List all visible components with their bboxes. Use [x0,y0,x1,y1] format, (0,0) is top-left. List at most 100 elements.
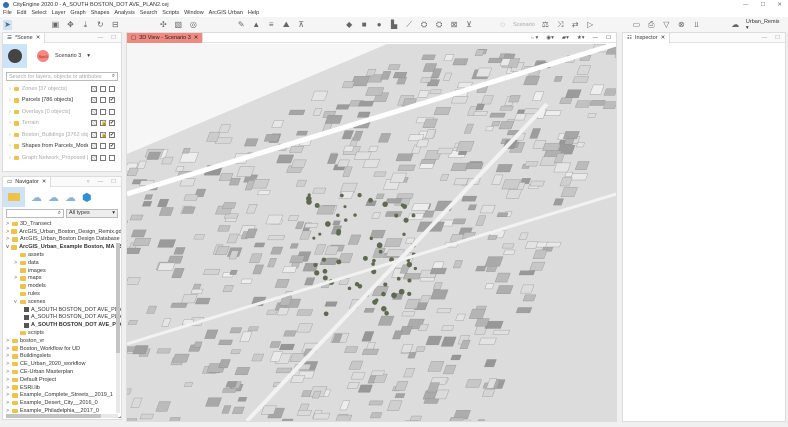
chevron-down-icon[interactable]: ▾ [87,53,90,59]
model-tool-icon[interactable]: ▙ [390,20,399,30]
tree-item[interactable]: > ArcGIS_Urban_Boston_Design_Remix.gdb [6,228,121,236]
menu-window[interactable]: Window [184,10,204,16]
cloud-user-icon[interactable]: ☁ [48,191,59,204]
menu-edit[interactable]: Edit [17,10,26,16]
maximize-icon[interactable]: ☐ [111,35,116,41]
type-filter-dropdown[interactable]: All types ▾ [66,209,118,218]
grid-tool-icon[interactable]: ⊼ [297,20,306,30]
maximize-icon[interactable]: ☐ [606,35,611,41]
bookmark-star-icon[interactable]: ★▾ [577,35,585,41]
3d-viewport[interactable] [127,44,616,421]
render-icon[interactable]: ▰▾ [562,35,569,41]
sun-icon[interactable]: ☁ [731,20,740,30]
color-swatch[interactable] [91,131,97,138]
expand-arrow-icon[interactable]: > [6,361,10,367]
close-icon[interactable]: ✕ [661,35,666,41]
expand-arrow-icon[interactable]: › [9,86,11,92]
expand-arrow-icon[interactable]: > [6,346,10,352]
close-button[interactable]: ✕ [777,2,782,8]
scale-icon[interactable]: ⤓ [81,20,90,30]
layer-row[interactable]: › Zones [37 objects] [3,83,121,95]
scene-button[interactable] [3,44,27,68]
cleanup-tool-icon[interactable]: ⛭ [420,20,429,30]
tree-item[interactable]: rules [6,290,121,298]
maximize-icon[interactable]: ☐ [111,179,116,185]
cloud-icon[interactable]: ☁ [65,191,76,204]
expand-arrow-icon[interactable]: v [6,244,9,250]
horizontal-scrollbar[interactable] [6,414,118,418]
layer-row[interactable]: › Parcels [786 objects] ✔ [3,95,121,107]
expand-arrow-icon[interactable]: > [6,338,10,344]
tree-item[interactable]: > CE-Urban Masterplan [6,368,121,376]
tree-item[interactable]: > data [6,259,121,267]
expand-arrow-icon[interactable]: › [9,155,11,161]
cloud-portal-icon[interactable]: ☁ [31,191,42,204]
layer-row[interactable]: › Terrain 🔒 ✔ [3,118,121,130]
expand-arrow-icon[interactable]: v [14,299,18,305]
filter-icon[interactable]: ▽ [662,20,671,30]
minimize-icon[interactable]: — [98,179,104,185]
play-icon[interactable]: ▷ [586,20,595,30]
tab-3d-view[interactable]: ▢ 3D View - Scenario 3 ✕ [127,32,204,43]
visibility-checkbox[interactable]: ✔ [109,97,115,104]
expand-arrow-icon[interactable]: > [14,260,18,266]
draw-shape-icon[interactable]: ▲ [252,20,261,30]
tree-item[interactable]: > maps [6,275,121,283]
menu-select[interactable]: Select [31,10,46,16]
select-tool-icon[interactable]: ➤ [3,19,12,30]
tree-item[interactable]: > Example_Complete_Streets__2019_1 [6,392,121,400]
expand-arrow-icon[interactable]: > [6,385,10,391]
ruler-icon[interactable]: ▭ [632,20,641,30]
tree-item[interactable]: > Boston_Workflow for UD [6,345,121,353]
visibility-checkbox[interactable] [109,108,115,115]
menu-search[interactable]: Search [140,10,157,16]
minimize-icon[interactable]: — [762,35,768,41]
search-icon[interactable]: ⌕ [112,73,115,80]
close-icon[interactable]: ✕ [36,35,41,41]
user-menu[interactable]: Urban_Remix ▾ [746,19,788,31]
tree-item[interactable]: > Buildingslets [6,353,121,361]
pan-icon[interactable]: ▧ [174,20,183,30]
minimize-icon[interactable]: — [593,35,599,41]
tab-navigator[interactable]: ▭ Navigator ✕ [3,176,52,187]
tree-item[interactable]: A_SOUTH BOSTON_DOT AVE_PLAN [6,306,121,314]
layer-row[interactable]: › Shapes from Parcels_Models [28 ✔ [3,141,121,153]
menu-analysis[interactable]: Analysis [114,10,134,16]
expand-arrow-icon[interactable]: › [9,143,11,149]
print-icon[interactable]: ⎙ [647,20,656,30]
scrollbar-thumb[interactable] [116,243,120,353]
expand-arrow-icon[interactable]: > [6,369,10,375]
tree-item[interactable]: >3D_Transect [6,220,121,228]
tree-item[interactable]: scripts [6,329,121,337]
close-icon[interactable]: ✕ [194,35,199,41]
hex-icon[interactable]: ⬢ [82,191,92,204]
expand-arrow-icon[interactable]: > [6,353,10,359]
tab-inspector[interactable]: ☷ Inspector ✕ [623,32,671,43]
expand-arrow-icon[interactable]: › [9,120,11,126]
tree-item[interactable]: > boston_vr [6,337,121,345]
block-tool-icon[interactable]: ■ [360,20,369,30]
expand-arrow-icon[interactable]: › [9,109,11,115]
visibility-checkbox[interactable] [109,154,115,161]
color-swatch[interactable] [91,120,97,127]
orbit-icon[interactable]: ✣ [159,20,168,30]
street-tool-icon[interactable]: ≡ [267,20,276,30]
graph-tool-icon[interactable]: ⛭ [435,20,444,30]
maximize-button[interactable]: ☐ [760,2,765,8]
visibility-checkbox[interactable]: ✔ [109,143,115,150]
layer-row[interactable]: › Graph Network_Proposed [5978 [3,152,121,164]
minimize-icon[interactable]: — [98,35,104,41]
visibility-checkbox[interactable]: ✔ [109,120,115,127]
tree-item[interactable]: A_SOUTH BOSTON_DOT AVE_PLAN [6,314,121,322]
road-icon[interactable]: ⊻ [465,20,474,30]
color-swatch[interactable] [91,85,97,92]
compare-icon[interactable]: ⚖ [541,20,550,30]
shuffle-icon[interactable]: ⤨ [556,20,565,30]
lock-toggle[interactable]: 🔒 [100,131,107,138]
menu-file[interactable]: File [3,10,12,16]
chart-icon[interactable]: ⫫ [692,20,701,30]
tree-item[interactable]: v scenes [6,298,121,306]
draw-street-icon[interactable]: ✎ [237,20,246,30]
menu-arcgis-urban[interactable]: ArcGIS Urban [209,10,243,16]
maximize-icon[interactable]: ☐ [775,35,780,41]
